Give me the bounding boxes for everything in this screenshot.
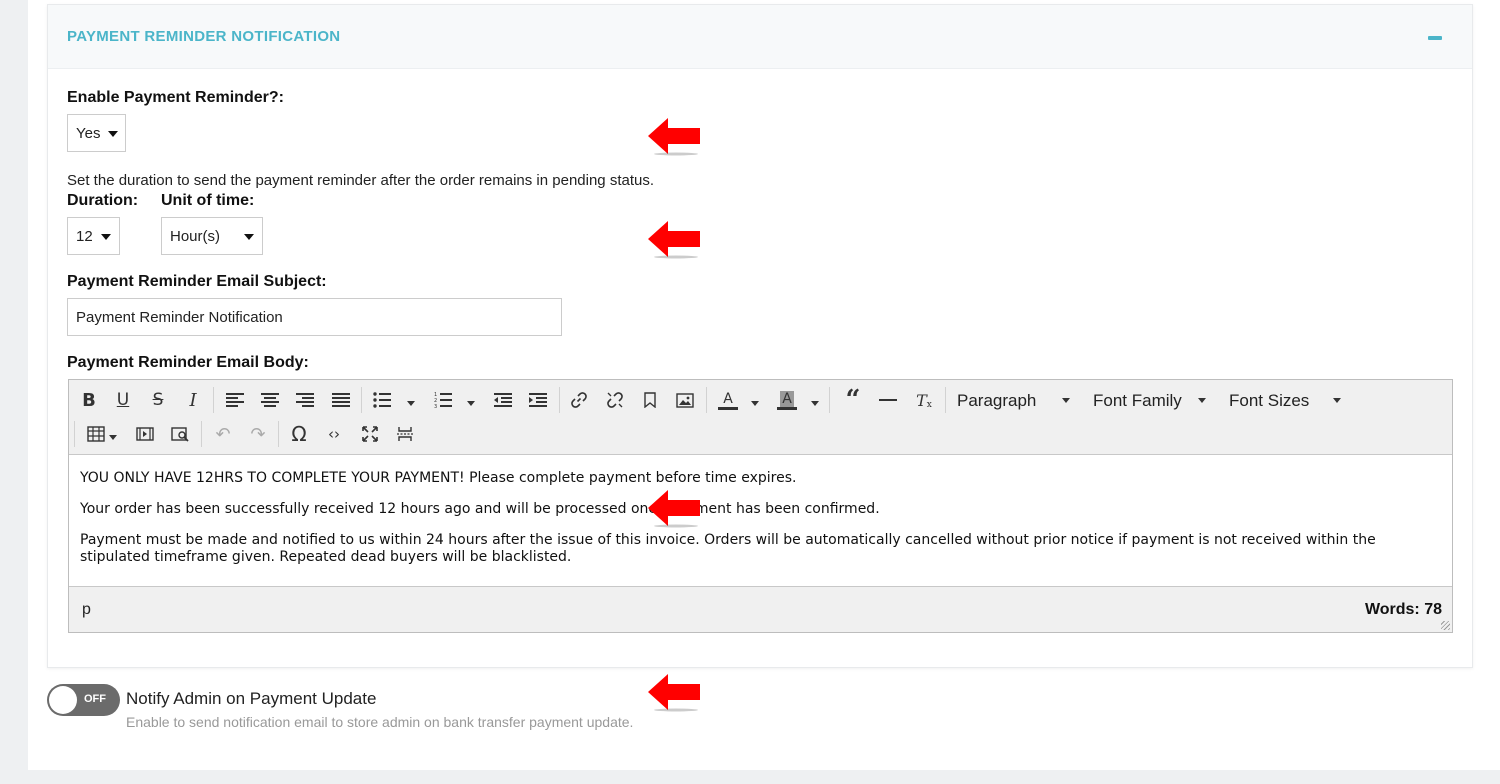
- source-code-icon[interactable]: ‹›: [322, 422, 346, 446]
- table-icon[interactable]: [84, 422, 108, 446]
- blockquote-icon[interactable]: “: [841, 385, 865, 415]
- word-count: Words: 78: [1364, 601, 1442, 618]
- editor-toolbar: B U S I 123 A A “ T x Paragraph Font Fam…: [69, 380, 1452, 455]
- enable-reminder-select[interactable]: Yes: [67, 114, 126, 152]
- text-color-dropdown-icon[interactable]: [751, 401, 759, 406]
- collapse-icon[interactable]: [1428, 36, 1442, 40]
- numbered-list-icon[interactable]: 123: [431, 388, 455, 412]
- toolbar-separator: [361, 387, 362, 413]
- bullet-list-dropdown-icon[interactable]: [407, 401, 415, 406]
- email-subject-input[interactable]: Payment Reminder Notification: [67, 298, 562, 336]
- media-icon[interactable]: [133, 422, 157, 446]
- toolbar-separator: [278, 421, 279, 447]
- unlink-icon[interactable]: [603, 388, 627, 412]
- email-subject-label: Payment Reminder Email Subject:: [67, 273, 327, 290]
- notify-admin-label: Notify Admin on Payment Update: [126, 689, 377, 708]
- chevron-down-icon: [1198, 398, 1206, 403]
- strikethrough-icon[interactable]: S: [146, 388, 170, 412]
- toolbar-separator: [74, 421, 75, 447]
- image-icon[interactable]: [673, 388, 697, 412]
- chevron-down-icon: [101, 234, 111, 240]
- unit-of-time-label: Unit of time:: [161, 192, 255, 209]
- payment-reminder-card: PAYMENT REMINDER NOTIFICATION Enable Pay…: [47, 4, 1473, 668]
- background-color-dropdown-icon[interactable]: [811, 401, 819, 406]
- font-sizes-dropdown[interactable]: Font Sizes: [1229, 391, 1309, 411]
- special-character-icon[interactable]: Ω: [287, 422, 311, 446]
- annotation-arrow-icon: [648, 490, 700, 528]
- table-dropdown-icon[interactable]: [109, 435, 117, 440]
- body-paragraph: Your order has been successfully receive…: [80, 501, 880, 517]
- enable-reminder-label: Enable Payment Reminder?:: [67, 89, 284, 106]
- paragraph-dropdown[interactable]: Paragraph: [957, 391, 1036, 411]
- link-icon[interactable]: [567, 388, 591, 412]
- text-color-icon[interactable]: A: [716, 387, 740, 413]
- chevron-down-icon: [244, 234, 254, 240]
- notify-admin-toggle[interactable]: OFF: [47, 684, 120, 716]
- horizontal-line-icon[interactable]: [876, 388, 900, 412]
- redo-icon[interactable]: ↷: [246, 422, 270, 446]
- unit-of-time-select[interactable]: Hour(s): [161, 217, 263, 255]
- italic-icon[interactable]: I: [181, 388, 205, 412]
- toolbar-separator: [945, 387, 946, 413]
- bold-icon[interactable]: B: [77, 388, 101, 412]
- body-paragraph: Payment must be made and notified to us …: [80, 532, 1376, 565]
- body-paragraph: YOU ONLY HAVE 12HRS TO COMPLETE YOUR PAY…: [80, 470, 797, 486]
- outdent-icon[interactable]: [491, 388, 515, 412]
- annotation-arrow-icon: [648, 118, 700, 156]
- svg-text:3: 3: [434, 404, 437, 409]
- chevron-down-icon: [1333, 398, 1341, 403]
- toolbar-separator: [201, 421, 202, 447]
- chevron-down-icon: [1062, 398, 1070, 403]
- chevron-down-icon: [108, 131, 118, 137]
- clear-formatting-icon[interactable]: Tx: [912, 388, 936, 412]
- email-subject-value: Payment Reminder Notification: [76, 308, 283, 326]
- element-path[interactable]: p: [82, 601, 91, 619]
- toolbar-separator: [559, 387, 560, 413]
- notify-admin-help: Enable to send notification email to sto…: [126, 714, 634, 730]
- resize-handle-icon[interactable]: [1441, 621, 1450, 630]
- annotation-arrow-icon: [648, 674, 700, 712]
- align-right-icon[interactable]: [293, 388, 317, 412]
- font-family-dropdown[interactable]: Font Family: [1093, 391, 1182, 411]
- bookmark-icon[interactable]: [638, 388, 662, 412]
- align-left-icon[interactable]: [223, 388, 247, 412]
- toolbar-separator: [706, 387, 707, 413]
- editor-statusbar: p Words: 78: [69, 586, 1452, 632]
- unit-of-time-value: Hour(s): [170, 227, 221, 245]
- card-header[interactable]: PAYMENT REMINDER NOTIFICATION: [48, 5, 1472, 69]
- indent-icon[interactable]: [526, 388, 550, 412]
- duration-value: 12: [76, 227, 93, 245]
- fullscreen-icon[interactable]: [358, 422, 382, 446]
- numbered-list-dropdown-icon[interactable]: [467, 401, 475, 406]
- email-body-editor: B U S I 123 A A “ T x Paragraph Font Fam…: [68, 379, 1453, 633]
- duration-select[interactable]: 12: [67, 217, 120, 255]
- editor-content[interactable]: YOU ONLY HAVE 12HRS TO COMPLETE YOUR PAY…: [69, 456, 1452, 586]
- enable-reminder-value: Yes: [76, 124, 101, 142]
- email-body-label: Payment Reminder Email Body:: [67, 354, 309, 371]
- annotation-arrow-icon: [648, 221, 700, 259]
- background-color-icon[interactable]: A: [775, 387, 799, 413]
- toggle-state-text: OFF: [84, 693, 106, 705]
- page-break-icon[interactable]: [393, 422, 417, 446]
- toggle-knob: [49, 686, 77, 714]
- toolbar-separator: [213, 387, 214, 413]
- undo-icon[interactable]: ↶: [211, 422, 235, 446]
- card-title: PAYMENT REMINDER NOTIFICATION: [67, 28, 341, 45]
- align-justify-icon[interactable]: [329, 388, 353, 412]
- toolbar-separator: [829, 387, 830, 413]
- align-center-icon[interactable]: [258, 388, 282, 412]
- underline-icon[interactable]: U: [111, 388, 135, 412]
- preview-icon[interactable]: [168, 422, 192, 446]
- duration-label: Duration:: [67, 192, 139, 209]
- duration-help-text: Set the duration to send the payment rem…: [67, 172, 655, 189]
- bullet-list-icon[interactable]: [370, 388, 394, 412]
